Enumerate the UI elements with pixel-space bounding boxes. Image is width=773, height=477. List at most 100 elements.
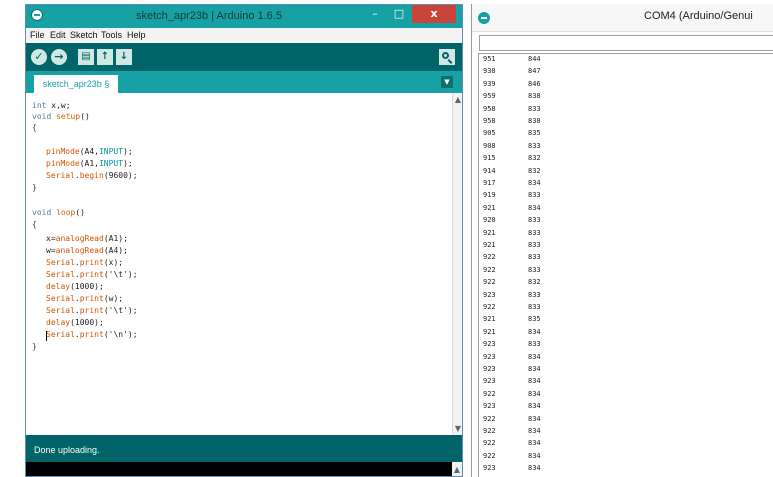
menu-bar: File Edit Sketch Tools Help <box>26 28 462 44</box>
tab-menu-button[interactable]: ▼ <box>441 76 453 88</box>
serial-value-a1: 922 <box>483 451 496 460</box>
code-function: loop <box>56 208 76 217</box>
serial-value-a1: 920 <box>483 216 496 225</box>
serial-value-a4: 834 <box>528 365 541 373</box>
serial-value-a1: 923 <box>483 377 496 386</box>
menu-sketch[interactable]: Sketch <box>70 30 98 40</box>
text-cursor <box>46 331 47 341</box>
code-line: Serial.print('\n'); <box>46 330 138 340</box>
minimize-button[interactable]: – <box>364 5 386 23</box>
code-line: delay(1000); <box>46 318 104 328</box>
serial-value-a4: 833 <box>528 340 541 349</box>
serial-value-a4: 838 <box>528 92 541 101</box>
ide-title-bar[interactable]: sketch_apr23b | Arduino 1.6.5 – □ x <box>26 5 462 28</box>
tab-sketch[interactable]: sketch_apr23b § <box>34 75 118 93</box>
serial-value-a1: 921 <box>483 203 496 212</box>
code-line: { <box>32 123 37 132</box>
serial-output[interactable]: 951 844 938 847 939 846 959 838 958 833 958 838 905 8… <box>478 53 773 477</box>
serial-monitor-button[interactable] <box>439 49 455 65</box>
code-text: ('\t'); <box>103 270 138 279</box>
code-function: print <box>79 270 104 279</box>
close-button[interactable]: x <box>412 5 456 23</box>
code-text: () <box>80 112 90 121</box>
menu-tools[interactable]: Tools <box>101 30 122 40</box>
serial-value-a4: 834 <box>528 203 541 212</box>
serial-value-a4: 833 <box>528 216 541 225</box>
serial-value-a4: 834 <box>528 451 541 460</box>
code-text: (1000); <box>70 318 104 327</box>
code-function: begin <box>79 171 104 180</box>
console-scroll-up-icon[interactable]: ▲ <box>452 462 462 476</box>
serial-window-title: COM4 (Arduino/Genui <box>644 10 753 22</box>
serial-value-a1: 922 <box>483 414 496 423</box>
serial-monitor-window: COM4 (Arduino/Genui 951 844 938 847 939 846 95… <box>471 4 773 477</box>
serial-value-a1: 958 <box>483 117 496 125</box>
code-text: (x); <box>103 258 124 267</box>
code-line: pinMode(A1,INPUT); <box>46 159 133 169</box>
code-text: (A1, <box>79 159 99 168</box>
code-line: Serial.print('\t'); <box>46 306 138 316</box>
tab-bar: sketch_apr23b § ▼ <box>26 71 462 93</box>
code-line: { <box>32 220 37 229</box>
code-text: (1000); <box>70 282 104 291</box>
code-keyword: void <box>32 112 52 121</box>
code-text: x= <box>46 234 56 243</box>
code-function: setup <box>56 112 81 121</box>
serial-value-a4: 834 <box>528 402 541 411</box>
scroll-up-icon[interactable]: ▲ <box>453 95 462 104</box>
new-sketch-button[interactable]: ▤ <box>78 49 94 65</box>
code-object: Serial <box>46 330 75 339</box>
code-line: int x,w; <box>32 101 71 111</box>
serial-value-a4: 846 <box>528 79 541 88</box>
serial-value-a4: 833 <box>528 141 541 150</box>
menu-edit[interactable]: Edit <box>50 30 66 40</box>
scroll-down-icon[interactable]: ▼ <box>453 424 462 433</box>
code-function: pinMode <box>46 159 80 168</box>
open-sketch-button[interactable]: ↑ <box>97 49 113 65</box>
code-keyword: int <box>32 101 47 110</box>
serial-value-a4: 833 <box>528 253 541 262</box>
editor-scrollbar[interactable]: ▲ ▼ <box>452 93 462 435</box>
console-output[interactable] <box>26 462 452 476</box>
serial-value-a4: 838 <box>528 117 541 125</box>
serial-value-a1: 922 <box>483 253 496 262</box>
code-line: void setup() <box>32 112 90 122</box>
serial-value-a4: 834 <box>528 414 541 423</box>
serial-value-a1: 938 <box>483 67 496 76</box>
arduino-ide-window: sketch_apr23b | Arduino 1.6.5 – □ x File… <box>25 4 463 477</box>
code-line: w=analogRead(A4); <box>46 246 128 256</box>
code-function: print <box>79 306 104 315</box>
save-sketch-button[interactable]: ↓ <box>116 49 132 65</box>
serial-value-a4: 833 <box>528 228 541 237</box>
code-text: (A4); <box>103 246 128 255</box>
serial-value-a1: 919 <box>483 191 496 200</box>
serial-value-a4: 844 <box>528 55 541 63</box>
code-text: (w); <box>103 294 124 303</box>
serial-value-a4: 834 <box>528 464 541 473</box>
serial-value-a4: 832 <box>528 278 541 287</box>
serial-value-a1: 921 <box>483 327 496 336</box>
maximize-button[interactable]: □ <box>388 5 410 23</box>
serial-value-a1: 923 <box>483 340 496 349</box>
code-line: } <box>32 342 37 351</box>
menu-file[interactable]: File <box>30 30 45 40</box>
serial-send-input[interactable] <box>479 35 773 51</box>
code-keyword: void <box>32 208 52 217</box>
verify-button[interactable]: ✓ <box>31 49 47 65</box>
menu-help[interactable]: Help <box>127 30 146 40</box>
serial-value-a4: 833 <box>528 303 541 311</box>
upload-button[interactable]: → <box>51 49 67 65</box>
code-line: Serial.begin(9600); <box>46 171 138 181</box>
code-function: print <box>79 294 104 303</box>
serial-title-bar[interactable]: COM4 (Arduino/Genui <box>472 4 773 32</box>
serial-value-a1: 923 <box>483 352 496 361</box>
serial-value-a1: 915 <box>483 154 496 163</box>
serial-value-a1: 908 <box>483 141 496 150</box>
serial-value-a4: 834 <box>528 439 541 448</box>
code-editor[interactable]: int x,w; void setup() { pinMode(A4,INPUT… <box>26 93 452 435</box>
arduino-logo-icon <box>478 12 490 24</box>
serial-value-a4: 835 <box>528 129 541 138</box>
serial-value-a4: 833 <box>528 104 541 113</box>
serial-value-a4: 832 <box>528 154 541 163</box>
code-text: ); <box>123 147 133 156</box>
